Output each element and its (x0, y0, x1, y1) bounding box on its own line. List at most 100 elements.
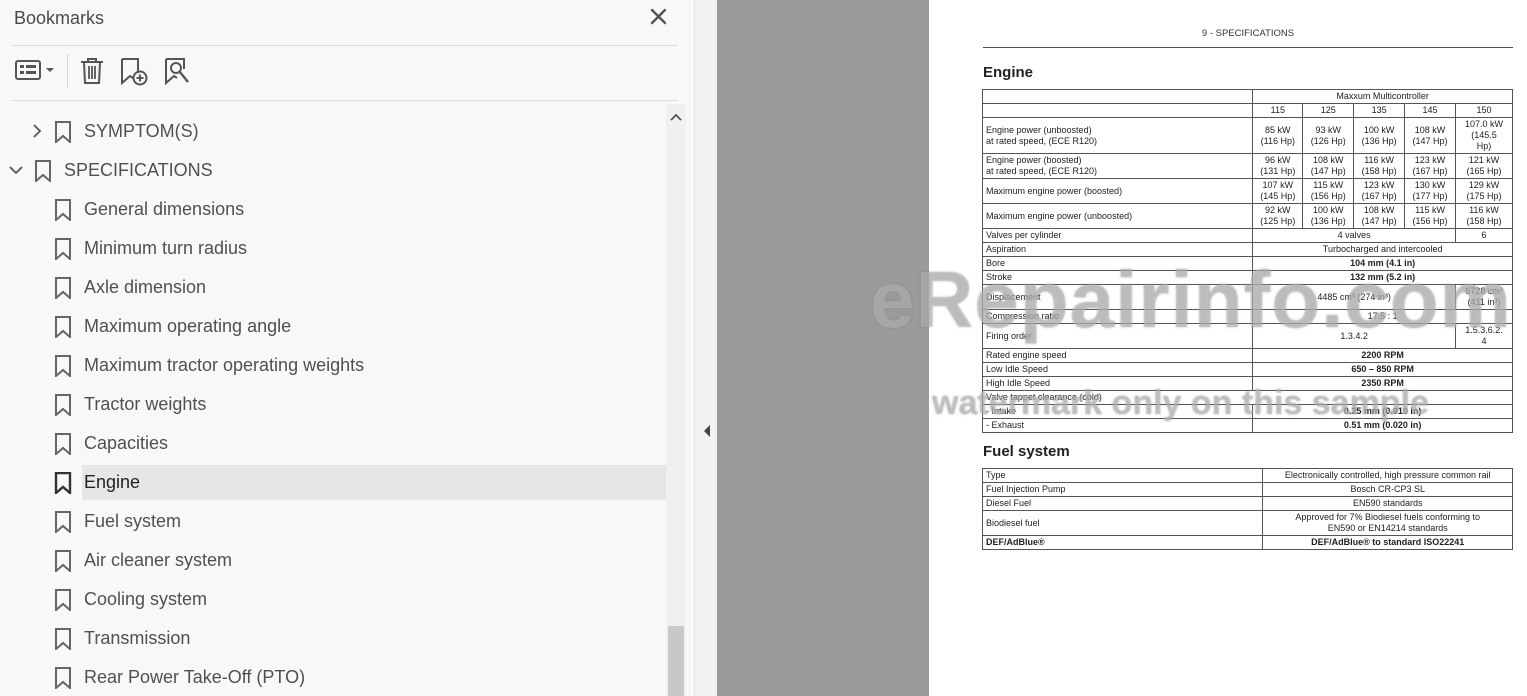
bookmark-item[interactable]: Fuel system (0, 504, 666, 539)
bookmark-item[interactable]: Tractor weights (0, 387, 666, 422)
table-row: Diesel Fuel EN590 standards (981, 496, 1513, 511)
row-value: 0.25 mm (0.010 in) (1252, 404, 1513, 419)
row-label: Fuel Injection Pump (981, 482, 1264, 497)
bookmark-label: General dimensions (84, 199, 245, 219)
power-value: 130 kW (177 Hp) (1404, 178, 1456, 204)
table-cell (981, 103, 1254, 118)
model-header: 145 (1404, 103, 1456, 118)
row-value: 6 (1454, 228, 1514, 243)
bookmark-icon (55, 550, 71, 572)
bookmark-icon (55, 628, 71, 650)
row-label: Rated engine speed (981, 348, 1254, 363)
row-value: 17.5 : 1 (1252, 309, 1513, 324)
bookmark-item[interactable]: Transmission (0, 621, 666, 656)
power-value: 96 kW (131 Hp) (1252, 153, 1304, 179)
table-header-row: Maxxum Multicontroller (981, 89, 1513, 104)
fuel-spec-table: Type Electronically controlled, high pres… (981, 468, 1513, 550)
bookmark-item[interactable]: Minimum turn radius (0, 231, 666, 266)
engine-spec-table: Maxxum Multicontroller 115 125 135 145 150 Eng… (981, 89, 1514, 433)
close-panel-button[interactable] (648, 6, 670, 28)
table-row: Valves per cylinder 4 valves 6 (981, 228, 1514, 243)
row-label: Type (981, 468, 1264, 483)
bookmarks-toolbar (0, 48, 690, 98)
row-value: 1.3.4.2 (1252, 323, 1456, 349)
table-row: Maximum engine power (boosted) 107 kW (145… (981, 178, 1514, 204)
bookmark-icon (55, 355, 71, 377)
model-header: 115 (1252, 103, 1304, 118)
list-options-icon (15, 60, 54, 80)
bookmark-item[interactable]: Air cleaner system (0, 543, 666, 578)
row-label: Stroke (981, 270, 1254, 285)
bookmark-label: SPECIFICATIONS (64, 160, 213, 180)
bookmark-item[interactable]: Cooling system (0, 582, 666, 617)
options-button[interactable] (14, 56, 58, 86)
bookmark-item[interactable]: General dimensions (0, 192, 666, 227)
row-value: 2200 RPM (1252, 348, 1513, 363)
bookmark-label: Minimum turn radius (84, 238, 248, 258)
bookmark-label: Engine (82, 465, 666, 500)
find-bookmark-button[interactable] (162, 56, 194, 86)
table-row: DEF/AdBlue® DEF/AdBlue® to standard ISO22… (981, 535, 1513, 550)
row-value: 6728 cm³ (411 in³) (1454, 284, 1514, 310)
row-value: Electronically controlled, high pressure… (1262, 468, 1513, 483)
collapse-panel-icon[interactable] (702, 424, 712, 438)
find-bookmark-icon (165, 58, 189, 86)
row-label: Diesel Fuel (981, 496, 1264, 511)
row-value: 4485 cm³ (274 in³) (1252, 284, 1456, 310)
table-row: Bore 104 mm (4.1 in) (981, 256, 1513, 271)
delete-bookmark-button[interactable] (78, 56, 106, 86)
bookmark-label: Tractor weights (84, 394, 207, 414)
model-header: 135 (1353, 103, 1406, 118)
row-value: DEF/AdBlue® to standard ISO22241 (1262, 535, 1513, 550)
scrollbar-thumb[interactable] (668, 626, 684, 696)
table-row: Valve tappet clearance (cold) (982, 390, 1513, 405)
bookmark-item[interactable]: Maximum operating angle (0, 309, 666, 344)
panel-splitter[interactable] (694, 0, 717, 696)
chevron-right-icon[interactable] (30, 124, 44, 138)
page-header: 9 - SPECIFICATIONS (1201, 28, 1295, 39)
fuel-section-title: Fuel system (983, 443, 1070, 460)
document-page: 9 - SPECIFICATIONS Engine Maxxum Multico… (929, 0, 1527, 696)
chevron-down-icon[interactable] (9, 163, 23, 177)
bookmark-icon (55, 589, 71, 611)
power-value: 108 kW (147 Hp) (1353, 203, 1406, 229)
bookmark-item[interactable]: SPECIFICATIONS (0, 153, 666, 188)
bookmark-icon (55, 277, 71, 299)
bookmark-item[interactable]: Capacities (0, 426, 666, 461)
bookmark-item[interactable]: Axle dimension (0, 270, 666, 305)
row-label: Low Idle Speed (981, 362, 1254, 377)
bookmark-icon (55, 238, 71, 260)
bookmarks-panel: Bookmarks SYMPTOM(S) SPECIFICATIONS Gene… (0, 0, 694, 696)
vertical-scrollbar[interactable] (666, 104, 686, 696)
bookmark-item[interactable]: Rear Power Take-Off (PTO) (0, 660, 666, 695)
row-label: Bore (981, 256, 1254, 271)
table-row: - Exhaust 0.51 mm (0.020 in) (981, 418, 1513, 433)
power-value: 93 kW (126 Hp) (1302, 117, 1355, 154)
divider (12, 45, 678, 46)
bookmark-icon (35, 160, 51, 182)
table-cell (981, 89, 1254, 104)
bookmark-icon (54, 472, 72, 494)
bookmark-icon (55, 433, 71, 455)
header-rule (983, 47, 1513, 48)
bookmark-label: Fuel system (84, 511, 182, 531)
bookmark-item[interactable]: Maximum tractor operating weights (0, 348, 666, 383)
add-bookmark-icon (121, 58, 148, 86)
power-value: 121 kW (165 Hp) (1454, 153, 1514, 179)
row-label: Aspiration (981, 242, 1254, 257)
table-row: Engine power (unboosted) at rated speed, … (981, 117, 1514, 154)
table-header-row: 115 125 135 145 150 (981, 103, 1514, 118)
bookmark-item[interactable]: Engine (0, 465, 666, 500)
power-value: 123 kW (167 Hp) (1353, 178, 1406, 204)
trash-icon (81, 58, 103, 84)
power-value: 116 kW (158 Hp) (1454, 203, 1514, 229)
bookmark-item[interactable]: SYMPTOM(S) (0, 114, 666, 149)
bookmark-label: Air cleaner system (84, 550, 233, 570)
power-value: 85 kW (116 Hp) (1252, 117, 1304, 154)
row-value: 132 mm (5.2 in) (1252, 270, 1513, 285)
add-bookmark-button[interactable] (118, 56, 150, 86)
chevron-up-icon[interactable] (669, 110, 683, 124)
row-label: Maximum engine power (unboosted) (981, 203, 1254, 229)
bookmark-label: SYMPTOM(S) (84, 121, 199, 141)
bookmark-label: Maximum tractor operating weights (84, 355, 365, 375)
